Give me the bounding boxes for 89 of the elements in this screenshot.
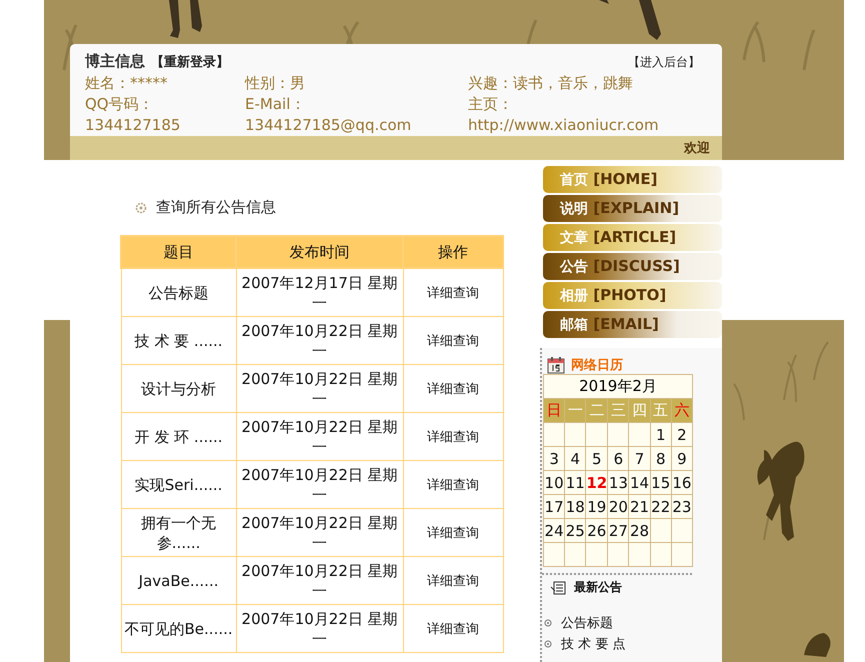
calendar-day[interactable]: 10 <box>544 470 565 494</box>
table-cell: 2007年12月17日 星期一 <box>236 268 404 316</box>
calendar-day[interactable]: 6 <box>608 446 629 470</box>
calendar-day[interactable]: 13 <box>608 470 629 494</box>
table-cell: JavaBe...... <box>121 556 236 604</box>
table-cell: 实现Seri...... <box>121 460 236 508</box>
nav-item[interactable]: 文章 [ARTICLE] <box>543 224 722 251</box>
weekday-label: 二 <box>586 398 608 422</box>
calendar-day[interactable]: 3 <box>544 446 565 470</box>
column-header: 发布时间 <box>236 236 404 268</box>
info-text: 兴趣：读书，音乐，跳舞 <box>468 73 634 94</box>
table-cell: 开 发 环 ...... <box>121 412 236 460</box>
table-cell: 技 术 要 ...... <box>121 316 236 364</box>
info-text: 主页： <box>468 94 514 115</box>
notice-link[interactable]: 公告标题 <box>561 614 613 632</box>
section-title: 查询所有公告信息 <box>156 198 276 217</box>
calendar-day[interactable]: 28 <box>628 518 650 542</box>
calendar-month: 2019年2月 <box>544 374 692 398</box>
bullet-icon <box>544 640 552 648</box>
calendar-day[interactable]: 5 <box>586 446 608 470</box>
weekday-label: 三 <box>608 398 629 422</box>
info-text: E-Mail： <box>245 94 306 115</box>
info-text: http://www.xiaoniucr.com <box>468 115 660 136</box>
table-cell: 2007年10月22日 星期一 <box>236 412 404 460</box>
nav-item[interactable]: 首页 [HOME] <box>543 166 722 193</box>
detail-link[interactable]: 详细查询 <box>427 526 479 540</box>
weekday-label: 日 <box>544 398 565 422</box>
admin-link[interactable]: 【进入后台】 <box>628 54 700 71</box>
gear-icon <box>135 202 147 214</box>
calendar-day[interactable]: 12 <box>586 470 608 494</box>
calendar-day[interactable]: 20 <box>608 494 629 518</box>
card-title: 博主信息 <box>85 52 145 71</box>
calendar-day[interactable]: 8 <box>650 446 672 470</box>
calendar-day[interactable]: 27 <box>608 518 629 542</box>
info-text: 1344127185@qq.com <box>245 115 412 136</box>
calendar-day[interactable]: 23 <box>671 494 692 518</box>
welcome-text: 欢迎 <box>684 140 710 157</box>
calendar-day[interactable]: 15 <box>650 470 672 494</box>
calendar-title: 网络日历 <box>571 357 623 374</box>
calendar-day[interactable]: 1 <box>650 422 672 446</box>
calendar-day[interactable]: 17 <box>544 494 565 518</box>
info-text: 姓名：***** <box>85 73 168 94</box>
detail-link[interactable]: 详细查询 <box>427 430 479 444</box>
column-header: 题目 <box>121 236 236 268</box>
detail-link[interactable]: 详细查询 <box>427 622 479 636</box>
calendar-day[interactable]: 9 <box>671 446 692 470</box>
column-header: 操作 <box>403 236 503 268</box>
detail-link[interactable]: 详细查询 <box>427 478 479 492</box>
calendar-day[interactable]: 18 <box>564 494 586 518</box>
table-cell: 2007年10月22日 星期一 <box>236 508 404 556</box>
calendar-day[interactable]: 16 <box>671 470 692 494</box>
bullet-icon <box>544 618 552 626</box>
notepad-icon <box>550 580 566 594</box>
notices-title: 最新公告 <box>574 579 622 596</box>
nav-item[interactable]: 相册 [PHOTO] <box>543 282 722 309</box>
weekday-label: 六 <box>671 398 692 422</box>
weekday-label: 一 <box>564 398 586 422</box>
table-cell: 设计与分析 <box>121 364 236 412</box>
table-cell: 2007年10月22日 星期一 <box>236 460 404 508</box>
table-cell: 2007年10月22日 星期一 <box>236 556 404 604</box>
detail-link[interactable]: 详细查询 <box>427 382 479 396</box>
table-cell: 2007年10月22日 星期一 <box>236 604 404 652</box>
info-text: 性别：男 <box>245 73 306 94</box>
detail-link[interactable]: 详细查询 <box>427 574 479 588</box>
calendar-day[interactable]: 22 <box>650 494 672 518</box>
relogin-link[interactable]: 【重新登录】 <box>151 53 229 71</box>
info-text: 1344127185 <box>85 115 182 136</box>
calendar-day[interactable]: 25 <box>564 518 586 542</box>
weekday-label: 四 <box>628 398 650 422</box>
calendar-day[interactable]: 4 <box>564 446 586 470</box>
calendar-day[interactable]: 14 <box>628 470 650 494</box>
table-cell: 拥有一个无参...... <box>121 508 236 556</box>
table-cell: 不可见的Be...... <box>121 604 236 652</box>
detail-link[interactable]: 详细查询 <box>427 286 479 300</box>
calendar-day[interactable]: 26 <box>586 518 608 542</box>
table-cell: 公告标题 <box>121 268 236 316</box>
weekday-label: 五 <box>650 398 672 422</box>
info-text: QQ号码： <box>85 94 155 115</box>
table-cell: 2007年10月22日 星期一 <box>236 316 404 364</box>
calendar-day[interactable]: 24 <box>544 518 565 542</box>
calendar-icon <box>547 356 565 374</box>
detail-link[interactable]: 详细查询 <box>427 334 479 348</box>
calendar-day[interactable]: 11 <box>564 470 586 494</box>
calendar-day[interactable]: 21 <box>628 494 650 518</box>
notice-link[interactable]: 技 术 要 点 <box>561 634 626 652</box>
calendar-day[interactable]: 2 <box>671 422 692 446</box>
calendar-day[interactable]: 7 <box>628 446 650 470</box>
table-cell: 2007年10月22日 星期一 <box>236 364 404 412</box>
calendar-day[interactable]: 19 <box>586 494 608 518</box>
